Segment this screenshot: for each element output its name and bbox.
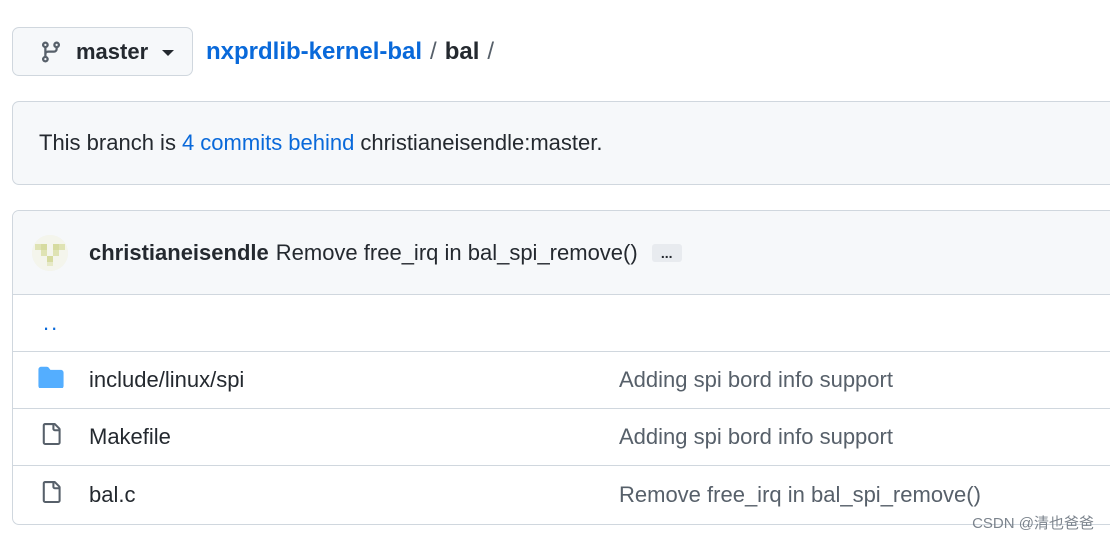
breadcrumb-separator: / [487,38,495,65]
table-row[interactable]: Makefile Adding spi bord info support [13,409,1110,466]
file-icon [40,479,62,511]
breadcrumb-current-dir: bal [444,38,480,65]
file-name[interactable]: Makefile [89,424,619,450]
branch-name: master [76,38,149,64]
avatar[interactable] [32,234,68,271]
parent-directory-row[interactable]: .. [13,295,1110,352]
file-name[interactable]: bal.c [89,482,619,508]
file-commit-message[interactable]: Adding spi bord info support [619,424,893,450]
breadcrumb-repo-link[interactable]: nxprdlib-kernel-bal [206,38,422,66]
branch-status-box: This branch is 4 commits behind christia… [12,101,1110,185]
branch-selector-button[interactable]: master [12,27,193,76]
file-icon [40,421,62,453]
table-row[interactable]: bal.c Remove free_irq in bal_spi_remove(… [13,466,1110,523]
upstream-branch: christianeisendle:master. [360,130,603,155]
parent-directory-link[interactable]: .. [43,310,59,336]
commits-behind-link[interactable]: 4 commits behind [182,130,354,156]
breadcrumb-separator: / [430,38,437,65]
file-list: christianeisendle Remove free_irq in bal… [12,210,1110,525]
file-name[interactable]: include/linux/spi [89,367,619,393]
caret-down-icon [162,50,175,56]
file-commit-message[interactable]: Adding spi bord info support [619,367,893,393]
latest-commit-header: christianeisendle Remove free_irq in bal… [13,211,1110,295]
folder-icon [38,366,64,394]
status-prefix: This branch is [39,130,176,155]
commit-author[interactable]: christianeisendle [89,240,269,266]
commit-message[interactable]: Remove free_irq in bal_spi_remove() [276,240,638,266]
git-branch-icon [39,40,63,64]
table-row[interactable]: include/linux/spi Adding spi bord info s… [13,352,1110,409]
commit-details-toggle[interactable]: ... [651,243,682,262]
breadcrumb: nxprdlib-kernel-bal / bal / [206,36,502,68]
watermark: CSDN @清也爸爸 [972,515,1094,532]
file-commit-message[interactable]: Remove free_irq in bal_spi_remove() [619,482,981,508]
